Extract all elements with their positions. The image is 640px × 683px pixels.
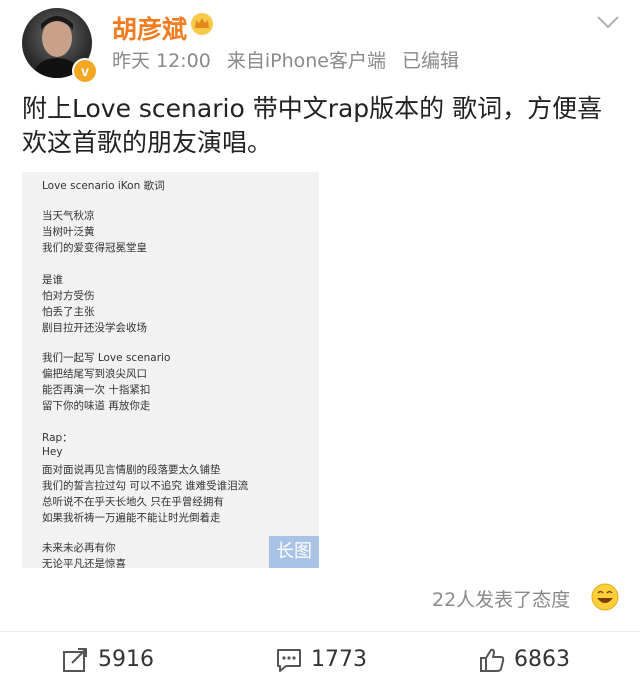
like-icon	[480, 648, 505, 672]
lyrics-line: Hey	[42, 446, 63, 458]
comment-button[interactable]: 1773	[275, 645, 385, 675]
repost-count: 5916	[98, 647, 154, 672]
crown-icon	[191, 13, 213, 35]
lyrics-line: 当天气秋凉	[42, 210, 95, 222]
lyrics-image[interactable]: Love scenario iKon 歌词 当天气秋凉 当树叶泛黄 我们的爱变得…	[22, 172, 319, 568]
comment-count: 1773	[311, 647, 367, 672]
reactions-summary[interactable]: 22人发表了态度	[432, 585, 570, 612]
like-count: 6863	[514, 647, 570, 672]
post-text: 附上Love scenario 带中文rap版本的 歌词，方便喜欢这首歌的朋友演…	[22, 94, 603, 157]
chevron-down-icon[interactable]	[596, 14, 620, 30]
lyrics-line: 如果我祈祷一万遍能不能让时光倒着走	[42, 512, 221, 524]
like-button[interactable]: 6863	[478, 645, 588, 675]
lyrics-line: 是谁	[42, 274, 63, 286]
long-image-tag[interactable]: 长图	[269, 536, 319, 568]
emoji-icon[interactable]	[590, 582, 620, 612]
lyrics-line: 我们一起写 Love scenario	[42, 352, 171, 364]
edited-label[interactable]: 已编辑	[402, 50, 459, 72]
lyrics-line: 面对面说再见言情剧的段落要太久铺垫	[42, 464, 221, 476]
lyrics-line: 我们的爱变得冠冕堂皇	[42, 242, 147, 254]
repost-button[interactable]: 5916	[62, 645, 172, 675]
lyrics-line: 我们的誓言拉过勾 可以不追究 谁难受谁泪流	[42, 480, 249, 492]
lyrics-line: 怕丢了主张	[42, 306, 95, 318]
verified-icon: v	[72, 58, 98, 84]
lyrics-line: 总听说不在乎天长地久 只在乎曾经拥有	[42, 496, 224, 508]
lyrics-line: 留下你的味道 再放你走	[42, 400, 151, 412]
username[interactable]: 胡彦斌	[112, 10, 187, 46]
divider	[0, 631, 640, 632]
post-source: 来自iPhone客户端	[226, 50, 386, 72]
lyrics-title: Love scenario iKon 歌词	[42, 180, 165, 192]
repost-icon	[63, 648, 87, 672]
lyrics-line: Rap：	[42, 432, 73, 444]
lyrics-line: 无论平凡还是惊喜	[42, 558, 126, 568]
lyrics-line: 剧目拉开还没学会收场	[42, 322, 147, 334]
comment-icon	[277, 649, 301, 672]
post-meta: 昨天 12:00 来自iPhone客户端 已编辑	[112, 46, 469, 73]
lyrics-line: 未来未必再有你	[42, 542, 116, 554]
lyrics-line: 怕对方受伤	[42, 290, 95, 302]
lyrics-line: 当树叶泛黄	[42, 226, 95, 238]
post-time: 昨天 12:00	[112, 50, 211, 72]
lyrics-line: 偏把结尾写到浪尖风口	[42, 368, 147, 380]
post-header: v 胡彦斌 昨天 12:00 来自iPhone客户端 已编辑	[0, 0, 640, 90]
lyrics-line: 能否再演一次 十指紧扣	[42, 384, 151, 396]
